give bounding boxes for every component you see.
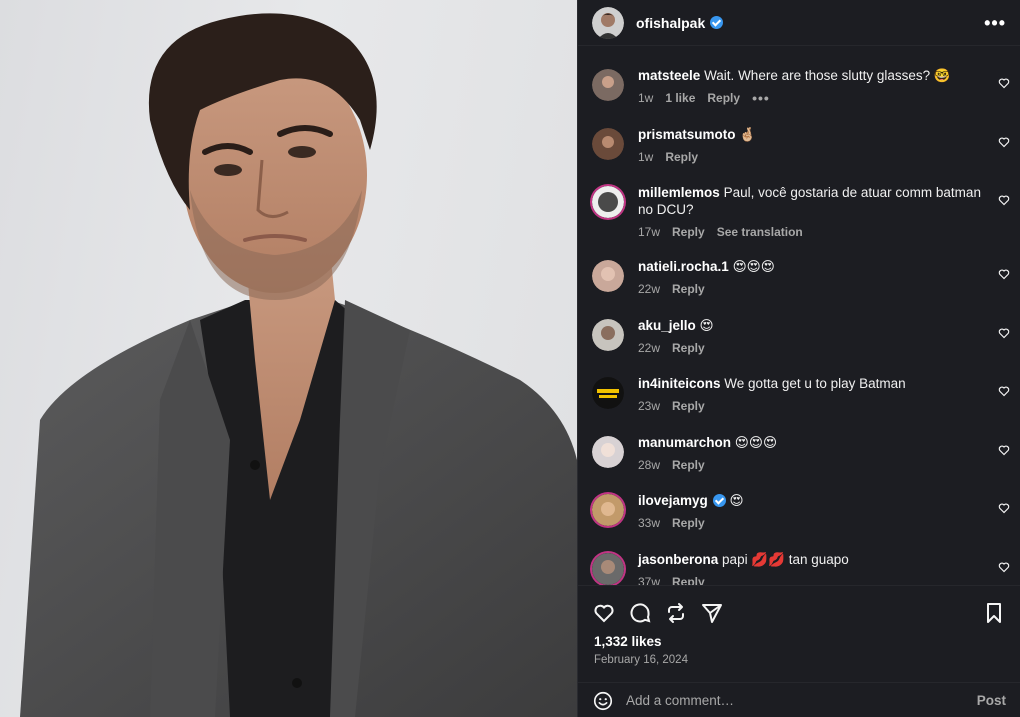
verified-icon xyxy=(710,16,724,29)
add-comment-bar: Add a comment… Post xyxy=(578,682,1020,717)
reply-button[interactable]: Reply xyxy=(672,575,705,585)
comment-username[interactable]: jasonberona xyxy=(638,552,718,567)
comment-text: 😍 xyxy=(729,493,744,508)
post-photo[interactable] xyxy=(0,0,577,717)
post-dialog: ofishalpak ••• matsteele Wait. Where are… xyxy=(0,0,1020,717)
comment-row: aku_jello 😍 22w Reply xyxy=(592,317,1010,355)
comment-time[interactable]: 22w xyxy=(638,341,660,355)
comment-text: papi 💋💋 tan guapo xyxy=(722,552,849,567)
comment-row: ilovejamyg 😍 33w Reply xyxy=(592,492,1010,530)
action-bar xyxy=(578,586,1020,630)
comment-username[interactable]: in4initeicons xyxy=(638,376,721,391)
comment-likes[interactable]: 1 like xyxy=(665,91,695,105)
comment-time[interactable]: 1w xyxy=(638,91,653,105)
heart-icon[interactable] xyxy=(592,601,616,625)
comment-row: matsteele Wait. Where are those slutty g… xyxy=(592,67,1010,105)
comment-time[interactable]: 1w xyxy=(638,150,653,164)
like-comment-icon[interactable] xyxy=(998,561,1010,573)
comment-time[interactable]: 37w xyxy=(638,575,660,585)
comment-username[interactable]: prismatsumoto xyxy=(638,127,736,142)
comment-time[interactable]: 17w xyxy=(638,225,660,239)
comment-time[interactable]: 28w xyxy=(638,458,660,472)
see-translation-link[interactable]: See translation xyxy=(717,225,803,239)
commenter-avatar[interactable] xyxy=(592,436,624,468)
like-comment-icon[interactable] xyxy=(998,77,1010,89)
reply-button[interactable]: Reply xyxy=(672,516,705,530)
post-actions: 1,332 likes February 16, 2024 Add a comm… xyxy=(578,585,1020,717)
comment-time[interactable]: 23w xyxy=(638,399,660,413)
comment-username[interactable]: aku_jello xyxy=(638,318,696,333)
commenter-avatar[interactable] xyxy=(592,377,624,409)
like-comment-icon[interactable] xyxy=(998,327,1010,339)
comment-time[interactable]: 22w xyxy=(638,282,660,296)
comment-more-icon[interactable]: ••• xyxy=(752,91,770,105)
comment-row: millemlemos Paul, você gostaria de atuar… xyxy=(592,184,1010,239)
comment-username[interactable]: millemlemos xyxy=(638,185,720,200)
commenter-avatar[interactable] xyxy=(592,319,624,351)
comment-text: We gotta get u to play Batman xyxy=(724,376,906,391)
comment-username[interactable]: ilovejamyg xyxy=(638,493,708,508)
reply-button[interactable]: Reply xyxy=(672,282,705,296)
reply-button[interactable]: Reply xyxy=(672,341,705,355)
comment-list[interactable]: matsteele Wait. Where are those slutty g… xyxy=(578,47,1020,585)
like-comment-icon[interactable] xyxy=(998,268,1010,280)
comment-text: 😍 xyxy=(699,318,714,333)
more-options-icon[interactable]: ••• xyxy=(984,14,1006,32)
commenter-avatar[interactable] xyxy=(592,69,624,101)
commenter-avatar[interactable] xyxy=(592,494,624,526)
commenter-avatar[interactable] xyxy=(592,553,624,585)
post-date[interactable]: February 16, 2024 xyxy=(578,649,1020,666)
comment-row: manumarchon 😍😍😍 28w Reply xyxy=(592,434,1010,472)
comment-row: in4initeicons We gotta get u to play Bat… xyxy=(592,375,1010,413)
emoji-icon[interactable] xyxy=(592,690,614,712)
like-comment-icon[interactable] xyxy=(998,194,1010,206)
portrait-illustration xyxy=(20,13,577,717)
comment-username[interactable]: matsteele xyxy=(638,68,700,83)
comment-text: 😍😍😍 xyxy=(732,259,775,274)
commenter-avatar[interactable] xyxy=(592,260,624,292)
like-comment-icon[interactable] xyxy=(998,502,1010,514)
post-comment-button[interactable]: Post xyxy=(977,693,1006,708)
comment-row: natieli.rocha.1 😍😍😍 22w Reply xyxy=(592,258,1010,296)
share-icon[interactable] xyxy=(700,601,724,625)
author-avatar[interactable] xyxy=(592,6,624,39)
commenter-avatar[interactable] xyxy=(592,186,624,218)
reply-button[interactable]: Reply xyxy=(672,458,705,472)
comment-row: prismatsumoto 🤞🏼 1w Reply xyxy=(592,126,1010,164)
like-comment-icon[interactable] xyxy=(998,385,1010,397)
comment-text: Wait. Where are those slutty glasses? 🤓 xyxy=(704,68,951,83)
comment-icon[interactable] xyxy=(628,601,652,625)
bookmark-icon[interactable] xyxy=(982,601,1006,625)
likes-count[interactable]: 1,332 likes xyxy=(578,630,1020,649)
comments-panel: ofishalpak ••• matsteele Wait. Where are… xyxy=(577,0,1020,717)
repost-icon[interactable] xyxy=(664,601,688,625)
comment-input[interactable]: Add a comment… xyxy=(626,693,977,708)
comment-username[interactable]: natieli.rocha.1 xyxy=(638,259,729,274)
author-username[interactable]: ofishalpak xyxy=(636,15,705,31)
comment-time[interactable]: 33w xyxy=(638,516,660,530)
like-comment-icon[interactable] xyxy=(998,136,1010,148)
post-header: ofishalpak ••• xyxy=(578,0,1020,46)
comment-row: jasonberona papi 💋💋 tan guapo 37w Reply xyxy=(592,551,1010,585)
reply-button[interactable]: Reply xyxy=(707,91,740,105)
reply-button[interactable]: Reply xyxy=(672,225,705,239)
reply-button[interactable]: Reply xyxy=(665,150,698,164)
comment-text: 😍😍😍 xyxy=(734,435,778,450)
reply-button[interactable]: Reply xyxy=(672,399,705,413)
commenter-avatar[interactable] xyxy=(592,128,624,160)
comment-text: 🤞🏼 xyxy=(739,127,757,142)
verified-icon xyxy=(712,494,726,507)
comment-username[interactable]: manumarchon xyxy=(638,435,731,450)
like-comment-icon[interactable] xyxy=(998,444,1010,456)
